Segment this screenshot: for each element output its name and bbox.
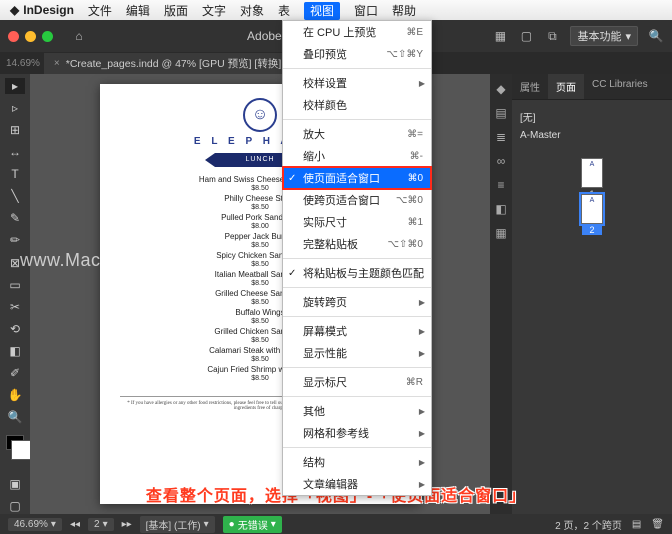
tab-zoom: 14.69% [6,58,40,69]
panel-stroke-icon[interactable]: ≡ [497,178,504,192]
search-icon[interactable]: 🔍 [648,28,664,44]
left-toolbar: ▸ ▹ ⊞ ↔ T ╲ ✎ ✏ ⊠ ▭ ✂ ⟲ ◧ ✐ ✋ 🔍 ▣ ▢ [0,74,30,514]
menu-窗口[interactable]: 窗口 [354,4,378,18]
chevron-down-icon: ▾ [103,519,108,530]
page-thumbnails: A1A2 [512,158,672,224]
master-list: [无]A-Master [512,100,672,150]
page-tool-icon[interactable]: ⊞ [5,122,25,138]
zoom-level[interactable]: 46.69% ▾ [8,518,62,531]
mac-menubar: ◆InDesign 文件编辑版面文字对象表视图窗口帮助 [0,0,672,20]
eyedropper-tool-icon[interactable]: ✐ [5,365,25,381]
panel-tabs: 属性页面CC Libraries [512,74,672,100]
menu-编辑[interactable]: 编辑 [126,4,150,18]
menu-item[interactable]: 完整粘贴板⌥⇧⌘0 [283,233,431,255]
panel-color-icon[interactable]: ◧ [495,202,506,216]
bridge-icon[interactable]: ▦ [492,28,508,44]
brand-logo-icon: ☺ [243,98,277,132]
selection-tool-icon[interactable]: ▸ [5,78,25,94]
direct-selection-tool-icon[interactable]: ▹ [5,100,25,116]
close-window-icon[interactable] [8,31,19,42]
page-thumbnail[interactable]: A1 [581,158,603,188]
panel-tab[interactable]: 页面 [548,74,584,99]
hand-tool-icon[interactable]: ✋ [5,387,25,403]
menu-item[interactable]: 其他 [283,400,431,422]
zoom-tool-icon[interactable]: 🔍 [5,409,25,425]
panel-icon-column: ◆ ▤ ≣ ∞ ≡ ◧ ▦ [490,74,512,514]
rectangle-frame-tool-icon[interactable]: ⊠ [5,255,25,271]
master-page-item[interactable]: [无] [520,106,664,127]
menu-item[interactable]: 叠印预览⌥⇧⌘Y [283,43,431,65]
right-panels: ◆ ▤ ≣ ∞ ≡ ◧ ▦ 属性页面CC Libraries [无]A-Mast… [490,74,672,514]
menu-item[interactable]: 网格和参考线 [283,422,431,444]
line-tool-icon[interactable]: ╲ [5,188,25,204]
pen-tool-icon[interactable]: ✎ [5,210,25,226]
minimize-window-icon[interactable] [25,31,36,42]
menu-文字[interactable]: 文字 [202,4,226,18]
workspace-mode[interactable]: [基本] (工作) ▾ [140,516,215,533]
gap-tool-icon[interactable]: ↔ [5,144,25,160]
page-number[interactable]: 2 ▾ [88,518,114,531]
rectangle-tool-icon[interactable]: ▭ [5,277,25,293]
panel-tab[interactable]: 属性 [512,74,548,99]
menu-对象[interactable]: 对象 [240,4,264,18]
menu-item[interactable]: ✓将粘贴板与主题颜色匹配 [283,262,431,284]
menu-帮助[interactable]: 帮助 [392,4,416,18]
menu-item[interactable]: 结构 [283,451,431,473]
menu-文件[interactable]: 文件 [88,4,112,18]
panel-tab[interactable]: CC Libraries [584,74,656,99]
menu-item[interactable]: 在 CPU 上预览⌘E [283,21,431,43]
home-icon[interactable]: ⌂ [71,28,87,44]
pencil-tool-icon[interactable]: ✏ [5,232,25,248]
close-tab-icon[interactable]: × [54,58,60,69]
menu-item[interactable]: 校样颜色 [283,94,431,116]
trash-icon[interactable]: 🗑 [651,519,664,530]
workspace-selector[interactable]: 基本功能▾ [570,26,638,46]
master-page-item[interactable]: A-Master [520,127,664,144]
chevron-down-icon: ▾ [51,519,56,530]
type-tool-icon[interactable]: T [5,166,25,182]
menu-item[interactable]: 显示性能 [283,342,431,364]
panel-swatches-icon[interactable]: ▦ [495,226,506,240]
view-menu-dropdown: 在 CPU 上预览⌘E叠印预览⌥⇧⌘Y 校样设置校样颜色放大⌘=缩小⌘-✓使页面适… [282,20,432,496]
menu-item[interactable]: 使跨页适合窗口⌥⌘0 [283,189,431,211]
panel-pages-icon[interactable]: ▤ [495,106,506,120]
app-logo-icon: ◆ [10,3,19,17]
menu-视图[interactable]: 视图 [304,2,340,20]
document-tab[interactable]: × *Create_pages.indd @ 47% [GPU 预览] [转换] [44,53,291,74]
transform-tool-icon[interactable]: ⟲ [5,321,25,337]
app-menu[interactable]: ◆InDesign [10,3,74,17]
status-menu-icon[interactable]: ▤ [632,519,641,530]
menu-版面[interactable]: 版面 [164,4,188,18]
fill-stroke-swatch[interactable] [6,435,24,450]
nav-next-icon[interactable]: ▸▸ [122,519,132,530]
preflight-status[interactable]: ● 无错误 ▾ [223,516,282,533]
gradient-tool-icon[interactable]: ◧ [5,343,25,359]
panel-layers-icon[interactable]: ≣ [496,130,506,144]
menu-表[interactable]: 表 [278,4,290,18]
scissors-tool-icon[interactable]: ✂ [5,299,25,315]
menu-item[interactable]: 旋转跨页 [283,291,431,313]
menu-item[interactable]: 文章编辑器 [283,473,431,495]
chevron-down-icon: ▾ [271,519,276,530]
page-thumbnail[interactable]: A2 [581,194,603,224]
maximize-window-icon[interactable] [42,31,53,42]
panel-links-icon[interactable]: ∞ [497,154,506,168]
arrange-icon[interactable]: ⧉ [544,28,560,44]
status-bar: 46.69% ▾ ◂◂ 2 ▾ ▸▸ [基本] (工作) ▾ ● 无错误 ▾ 2… [0,514,672,534]
menu-item[interactable]: 实际尺寸⌘1 [283,211,431,233]
chevron-down-icon: ▾ [204,519,209,530]
document-tab-label: *Create_pages.indd @ 47% [GPU 预览] [转换] [66,56,282,71]
menu-item[interactable]: 放大⌘= [283,123,431,145]
spread-info: 2 页，2 个跨页 [555,517,622,532]
gpu-icon[interactable]: ▢ [518,28,534,44]
window-controls [8,31,53,42]
chevron-down-icon: ▾ [625,30,631,43]
menu-item[interactable]: 缩小⌘- [283,145,431,167]
menu-item[interactable]: ✓使页面适合窗口⌘0 [283,167,431,189]
panel-cc-icon[interactable]: ◆ [496,82,505,96]
nav-prev-icon[interactable]: ◂◂ [70,519,80,530]
menu-item[interactable]: 校样设置 [283,72,431,94]
menu-item[interactable]: 屏幕模式 [283,320,431,342]
menu-item[interactable]: 显示标尺⌘R [283,371,431,393]
